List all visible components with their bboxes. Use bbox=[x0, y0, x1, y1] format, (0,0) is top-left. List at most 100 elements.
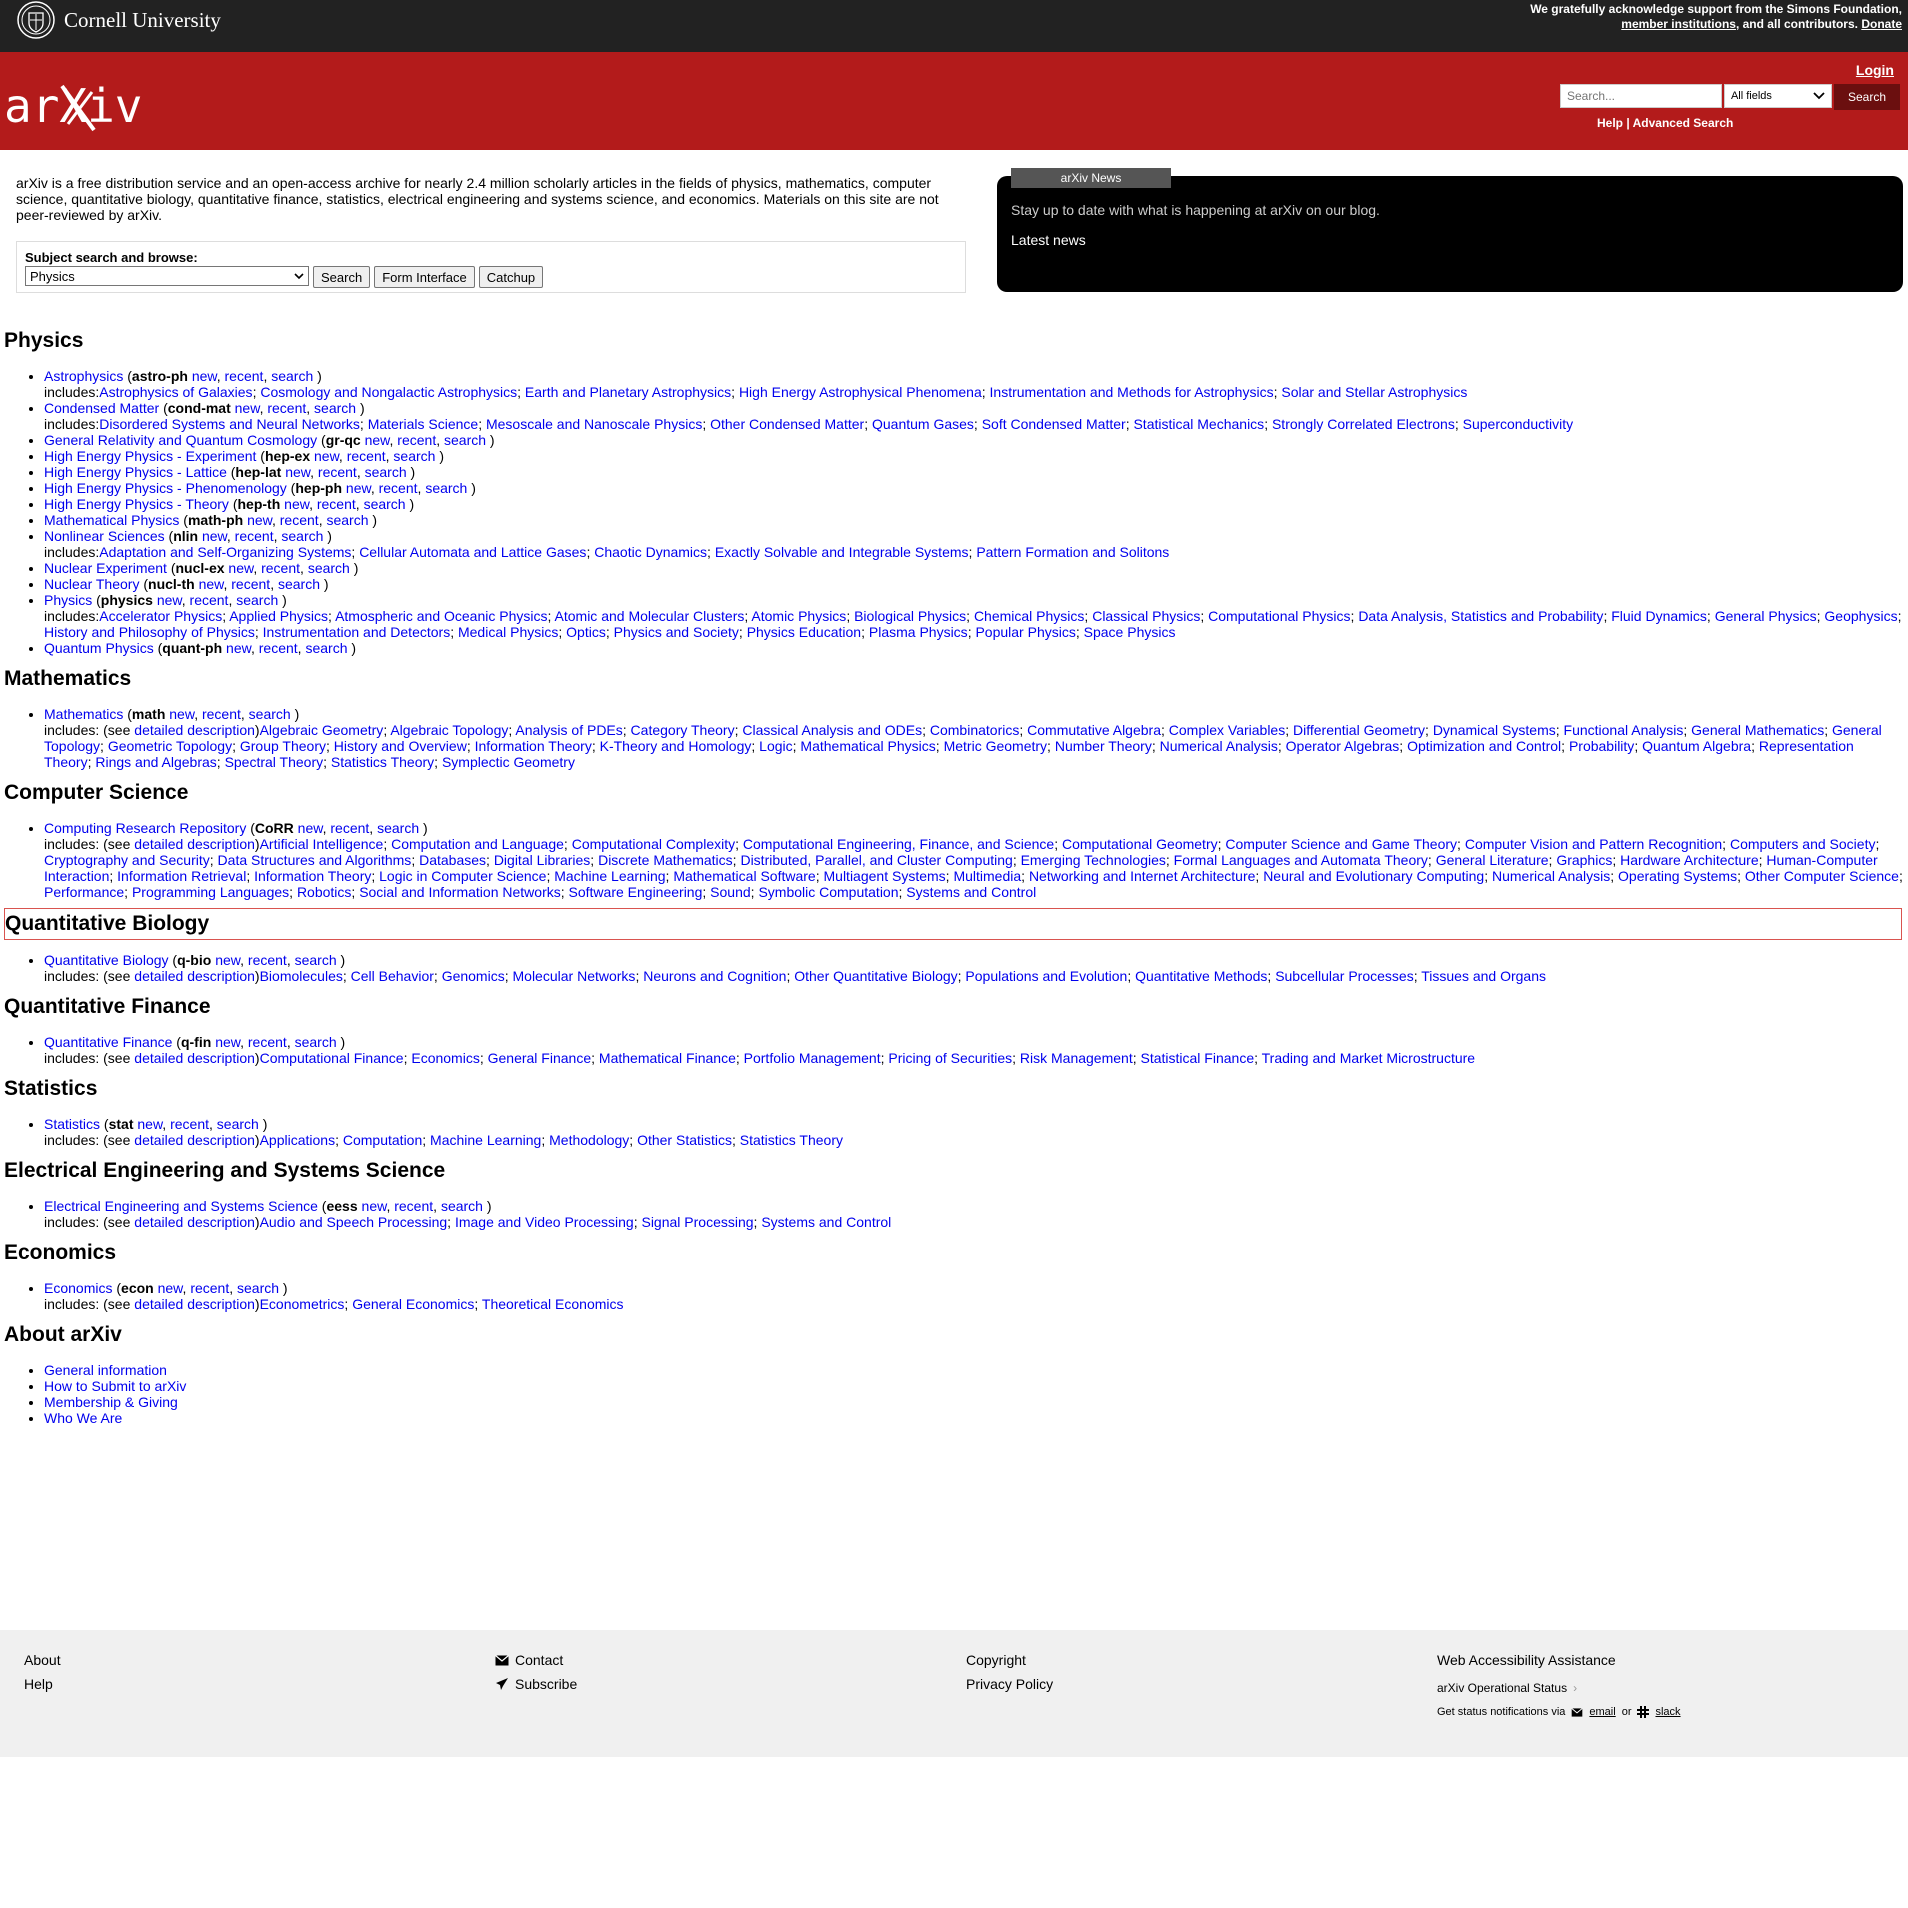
archive-name-link[interactable]: High Energy Physics - Experiment bbox=[44, 448, 256, 464]
detailed-description-link[interactable]: detailed description bbox=[134, 968, 255, 984]
subcategory-link[interactable]: Data Structures and Algorithms bbox=[218, 852, 412, 868]
listing-search-link[interactable]: search bbox=[236, 592, 278, 608]
status-email-link[interactable]: email bbox=[1589, 1700, 1615, 1724]
subcategory-link[interactable]: Hardware Architecture bbox=[1620, 852, 1759, 868]
listing-recent-link[interactable]: recent bbox=[330, 820, 369, 836]
subcategory-link[interactable]: History and Overview bbox=[334, 738, 467, 754]
subcategory-link[interactable]: Analysis of PDEs bbox=[515, 722, 622, 738]
subcategory-link[interactable]: Logic bbox=[759, 738, 792, 754]
listing-search-link[interactable]: search bbox=[393, 448, 435, 464]
archive-name-link[interactable]: Computing Research Repository bbox=[44, 820, 246, 836]
subcategory-link[interactable]: Computational Geometry bbox=[1062, 836, 1218, 852]
listing-recent-link[interactable]: recent bbox=[318, 464, 357, 480]
about-link[interactable]: How to Submit to arXiv bbox=[44, 1378, 186, 1394]
subcategory-link[interactable]: Neural and Evolutionary Computing bbox=[1263, 868, 1484, 884]
listing-search-link[interactable]: search bbox=[314, 400, 356, 416]
subcategory-link[interactable]: Neurons and Cognition bbox=[643, 968, 786, 984]
subcategory-link[interactable]: Commutative Algebra bbox=[1027, 722, 1161, 738]
subcategory-link[interactable]: Other Quantitative Biology bbox=[794, 968, 957, 984]
listing-recent-link[interactable]: recent bbox=[259, 640, 298, 656]
advanced-search-link[interactable]: Advanced Search bbox=[1633, 116, 1734, 130]
subcategory-link[interactable]: Trading and Market Microstructure bbox=[1262, 1050, 1475, 1066]
subcategory-link[interactable]: Dynamical Systems bbox=[1433, 722, 1556, 738]
subcategory-link[interactable]: Complex Variables bbox=[1169, 722, 1285, 738]
subcategory-link[interactable]: Artificial Intelligence bbox=[260, 836, 384, 852]
subcategory-link[interactable]: Programming Languages bbox=[132, 884, 289, 900]
listing-search-link[interactable]: search bbox=[295, 952, 337, 968]
listing-recent-link[interactable]: recent bbox=[267, 400, 306, 416]
listing-search-link[interactable]: search bbox=[237, 1280, 279, 1296]
subcategory-link[interactable]: Optimization and Control bbox=[1407, 738, 1561, 754]
archive-name-link[interactable]: Electrical Engineering and Systems Scien… bbox=[44, 1198, 318, 1214]
about-link[interactable]: Who We Are bbox=[44, 1410, 122, 1426]
subcategory-link[interactable]: Mesoscale and Nanoscale Physics bbox=[486, 416, 702, 432]
listing-search-link[interactable]: search bbox=[377, 820, 419, 836]
listing-recent-link[interactable]: recent bbox=[397, 432, 436, 448]
detailed-description-link[interactable]: detailed description bbox=[134, 836, 255, 852]
subcategory-link[interactable]: Group Theory bbox=[240, 738, 326, 754]
subcategory-link[interactable]: Databases bbox=[419, 852, 486, 868]
subcategory-link[interactable]: Operating Systems bbox=[1618, 868, 1737, 884]
subcategory-link[interactable]: Cell Behavior bbox=[351, 968, 434, 984]
detailed-description-link[interactable]: detailed description bbox=[134, 1050, 255, 1066]
subcategory-link[interactable]: Distributed, Parallel, and Cluster Compu… bbox=[740, 852, 1012, 868]
subcategory-link[interactable]: Computational Physics bbox=[1208, 608, 1350, 624]
subcategory-link[interactable]: Statistics Theory bbox=[740, 1132, 843, 1148]
subcategory-link[interactable]: Adaptation and Self-Organizing Systems bbox=[99, 544, 351, 560]
subcategory-link[interactable]: Robotics bbox=[297, 884, 351, 900]
subcategory-link[interactable]: Number Theory bbox=[1055, 738, 1152, 754]
status-slack-link[interactable]: slack bbox=[1655, 1700, 1680, 1724]
subcategory-link[interactable]: General Mathematics bbox=[1691, 722, 1824, 738]
listing-recent-link[interactable]: recent bbox=[225, 368, 264, 384]
subcategory-link[interactable]: Theoretical Economics bbox=[482, 1296, 624, 1312]
listing-search-link[interactable]: search bbox=[305, 640, 347, 656]
subcategory-link[interactable]: Mathematical Physics bbox=[800, 738, 935, 754]
listing-recent-link[interactable]: recent bbox=[202, 706, 241, 722]
subcategory-link[interactable]: Earth and Planetary Astrophysics bbox=[525, 384, 731, 400]
listing-new-link[interactable]: new bbox=[284, 496, 309, 512]
subcategory-link[interactable]: Popular Physics bbox=[975, 624, 1075, 640]
subcategory-link[interactable]: Social and Information Networks bbox=[359, 884, 561, 900]
subcategory-link[interactable]: Algebraic Geometry bbox=[260, 722, 384, 738]
listing-new-link[interactable]: new bbox=[157, 592, 182, 608]
subcategory-link[interactable]: Risk Management bbox=[1020, 1050, 1133, 1066]
donate-link[interactable]: Donate bbox=[1861, 17, 1902, 31]
subcategory-link[interactable]: Sound bbox=[710, 884, 750, 900]
subcategory-link[interactable]: Tissues and Organs bbox=[1421, 968, 1546, 984]
subcategory-link[interactable]: Computer Science and Game Theory bbox=[1225, 836, 1457, 852]
subcategory-link[interactable]: Information Theory bbox=[475, 738, 592, 754]
subcategory-link[interactable]: Mathematical Finance bbox=[599, 1050, 736, 1066]
subcategory-link[interactable]: Accelerator Physics bbox=[99, 608, 222, 624]
archive-name-link[interactable]: General Relativity and Quantum Cosmology bbox=[44, 432, 317, 448]
listing-search-link[interactable]: search bbox=[295, 1034, 337, 1050]
subcategory-link[interactable]: Other Computer Science bbox=[1745, 868, 1899, 884]
listing-recent-link[interactable]: recent bbox=[317, 496, 356, 512]
subcategory-link[interactable]: Populations and Evolution bbox=[965, 968, 1127, 984]
archive-name-link[interactable]: Quantitative Finance bbox=[44, 1034, 172, 1050]
subcategory-link[interactable]: Molecular Networks bbox=[513, 968, 636, 984]
subcategory-link[interactable]: Astrophysics of Galaxies bbox=[99, 384, 252, 400]
subject-search-button[interactable]: Search bbox=[313, 266, 371, 288]
listing-search-link[interactable]: search bbox=[441, 1198, 483, 1214]
listing-recent-link[interactable]: recent bbox=[280, 512, 319, 528]
subcategory-link[interactable]: Methodology bbox=[549, 1132, 629, 1148]
subcategory-link[interactable]: Plasma Physics bbox=[869, 624, 968, 640]
archive-name-link[interactable]: Quantum Physics bbox=[44, 640, 154, 656]
listing-recent-link[interactable]: recent bbox=[379, 480, 418, 496]
subcategory-link[interactable]: Numerical Analysis bbox=[1160, 738, 1278, 754]
subcategory-link[interactable]: Chemical Physics bbox=[974, 608, 1084, 624]
subcategory-link[interactable]: Logic in Computer Science bbox=[379, 868, 546, 884]
subcategory-link[interactable]: Materials Science bbox=[368, 416, 479, 432]
archive-name-link[interactable]: High Energy Physics - Theory bbox=[44, 496, 229, 512]
subcategory-link[interactable]: Multiagent Systems bbox=[824, 868, 946, 884]
subcategory-link[interactable]: Quantum Algebra bbox=[1642, 738, 1751, 754]
about-link[interactable]: General information bbox=[44, 1362, 167, 1378]
subcategory-link[interactable]: Soft Condensed Matter bbox=[982, 416, 1126, 432]
listing-new-link[interactable]: new bbox=[192, 368, 217, 384]
subcategory-link[interactable]: Computers and Society bbox=[1730, 836, 1876, 852]
subcategory-link[interactable]: Multimedia bbox=[953, 868, 1021, 884]
listing-new-link[interactable]: new bbox=[228, 560, 253, 576]
subcategory-link[interactable]: Symplectic Geometry bbox=[442, 754, 575, 770]
subcategory-link[interactable]: Space Physics bbox=[1084, 624, 1176, 640]
listing-recent-link[interactable]: recent bbox=[170, 1116, 209, 1132]
